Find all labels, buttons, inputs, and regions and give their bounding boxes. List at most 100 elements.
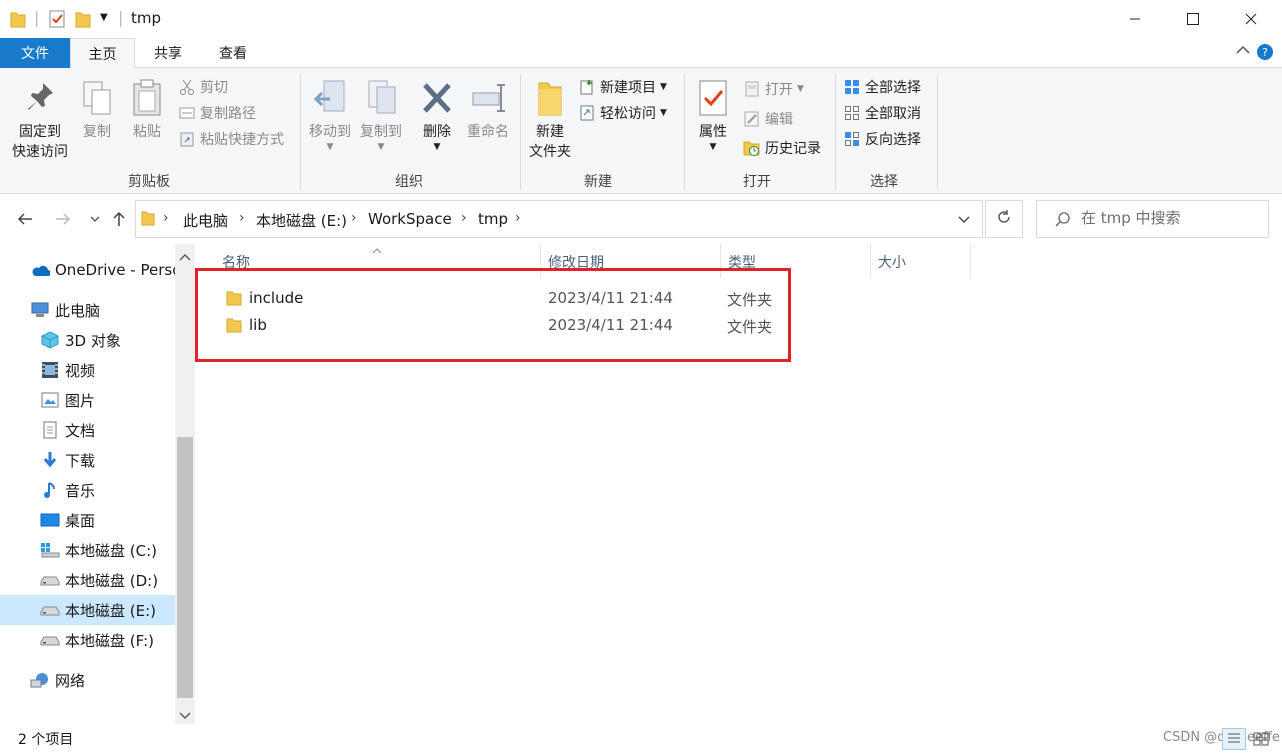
nav-item-pictures[interactable]: 图片: [0, 385, 175, 415]
nav-item-downloads[interactable]: 下载: [0, 445, 175, 475]
column-divider[interactable]: [970, 244, 971, 278]
pictures-icon: [40, 390, 60, 410]
nav-item-label: OneDrive - Perso: [55, 261, 175, 279]
nav-item-label: 图片: [65, 391, 96, 410]
history-icon: [743, 139, 761, 157]
breadcrumb-tmp[interactable]: tmp: [478, 210, 508, 228]
nav-item-3d-objects[interactable]: 3D 对象: [0, 325, 175, 355]
rename-button[interactable]: 重命名: [462, 78, 514, 142]
new-folder-button[interactable]: 新建 文件夹: [524, 78, 576, 162]
breadcrumb-chevron-icon[interactable]: ›: [515, 210, 521, 226]
nav-pane-scroll-thumb[interactable]: [177, 437, 193, 698]
details-view-button[interactable]: [1222, 728, 1246, 750]
properties-quick-icon[interactable]: [49, 10, 65, 32]
select-group-label: 选择: [870, 174, 898, 190]
tab-view[interactable]: 查看: [202, 38, 264, 68]
select-none-button[interactable]: 全部取消: [843, 101, 921, 125]
delete-dropdown-icon: ▼: [433, 142, 441, 152]
nav-item-drive-c[interactable]: 本地磁盘 (C:): [0, 535, 175, 565]
pin-icon: [23, 78, 57, 118]
history-button[interactable]: 历史记录: [743, 136, 821, 160]
new-folder-label-1: 新建: [536, 124, 564, 140]
easy-access-button[interactable]: 轻松访问 ▼: [578, 101, 667, 125]
tab-file[interactable]: 文件: [0, 38, 70, 68]
invert-selection-icon: [843, 130, 861, 148]
minimize-button[interactable]: [1106, 0, 1164, 38]
column-divider[interactable]: [870, 244, 871, 278]
customize-toolbar-icon[interactable]: ▼: [100, 12, 108, 23]
nav-item-drive-f[interactable]: 本地磁盘 (F:): [0, 625, 175, 655]
help-icon[interactable]: ?: [1256, 43, 1274, 65]
this-pc-icon: [30, 300, 50, 320]
nav-item-documents[interactable]: 文档: [0, 415, 175, 445]
copy-to-button[interactable]: 复制到 ▼: [356, 78, 406, 152]
delete-button[interactable]: 删除 ▼: [416, 78, 458, 152]
breadcrumb-chevron-icon[interactable]: ›: [239, 210, 245, 226]
ribbon: 固定到 快速访问 复制 粘贴 剪切 复制路径 粘贴快捷方式 剪贴板 移动到 ▼ …: [0, 68, 1282, 194]
download-icon: [40, 450, 60, 470]
windows-drive-icon: [40, 540, 60, 560]
nav-item-onedrive[interactable]: OneDrive - Perso: [0, 255, 175, 285]
tab-home[interactable]: 主页: [70, 38, 135, 69]
breadcrumb-this-pc[interactable]: 此电脑: [183, 210, 228, 231]
select-none-label: 全部取消: [865, 106, 921, 122]
breadcrumb-workspace[interactable]: WorkSpace: [368, 210, 452, 228]
address-folder-icon: [141, 210, 155, 230]
nav-item-network[interactable]: 网络: [0, 665, 175, 695]
easy-access-label: 轻松访问: [600, 106, 656, 122]
scroll-up-icon[interactable]: [179, 249, 191, 265]
up-arrow-icon[interactable]: [106, 206, 132, 232]
copy-path-button[interactable]: 复制路径: [178, 101, 256, 125]
breadcrumb-chevron-icon[interactable]: ›: [461, 210, 467, 226]
large-icons-view-button[interactable]: [1250, 728, 1274, 750]
breadcrumb-drive-e[interactable]: 本地磁盘 (E:): [256, 210, 347, 231]
copy-button[interactable]: 复制: [76, 78, 118, 142]
new-folder-quick-icon[interactable]: [75, 10, 91, 32]
new-item-button[interactable]: 新建项目 ▼: [578, 75, 667, 99]
group-divider: [520, 74, 521, 190]
tab-share[interactable]: 共享: [138, 38, 198, 68]
select-all-icon: [843, 78, 861, 96]
properties-icon: [696, 78, 730, 118]
nav-item-drive-d[interactable]: 本地磁盘 (D:): [0, 565, 175, 595]
open-button[interactable]: 打开 ▼: [743, 77, 804, 101]
rename-label: 重命名: [467, 124, 509, 140]
cut-button[interactable]: 剪切: [178, 75, 228, 99]
scroll-down-icon[interactable]: [179, 708, 191, 724]
edit-button[interactable]: 编辑: [743, 107, 793, 131]
select-all-button[interactable]: 全部选择: [843, 75, 921, 99]
nav-item-drive-e[interactable]: 本地磁盘 (E:): [0, 595, 175, 625]
breadcrumb-chevron-icon[interactable]: ›: [163, 210, 169, 226]
move-to-button[interactable]: 移动到 ▼: [305, 78, 355, 152]
rename-icon: [471, 78, 505, 118]
forward-arrow-icon[interactable]: [50, 206, 76, 232]
column-header-size[interactable]: 大小: [878, 252, 906, 272]
back-arrow-icon[interactable]: [12, 206, 38, 232]
breadcrumb-chevron-icon[interactable]: ›: [351, 210, 357, 226]
properties-button[interactable]: 属性 ▼: [692, 78, 734, 152]
open-label: 打开: [765, 82, 793, 98]
pin-to-quick-access-button[interactable]: 固定到 快速访问: [8, 78, 72, 162]
invert-selection-button[interactable]: 反向选择: [843, 127, 921, 151]
paste-button[interactable]: 粘贴: [126, 78, 168, 142]
sort-ascending-icon: [372, 242, 382, 258]
move-to-dropdown-icon: ▼: [326, 142, 334, 152]
nav-item-music[interactable]: 音乐: [0, 475, 175, 505]
close-button[interactable]: [1222, 0, 1280, 38]
nav-item-this-pc[interactable]: 此电脑: [0, 295, 175, 325]
address-dropdown-chevron-icon[interactable]: [958, 212, 970, 228]
open-group-label: 打开: [743, 174, 771, 190]
collapse-ribbon-icon[interactable]: [1236, 44, 1250, 59]
folder-icon: [10, 10, 26, 32]
maximize-button[interactable]: [1164, 0, 1222, 38]
search-box[interactable]: [1036, 200, 1269, 238]
new-folder-icon: [533, 78, 567, 118]
paste-shortcut-button[interactable]: 粘贴快捷方式: [178, 127, 284, 151]
search-input[interactable]: [1081, 209, 1261, 227]
move-to-label: 移动到: [309, 124, 351, 140]
nav-item-videos[interactable]: 视频: [0, 355, 175, 385]
nav-item-desktop[interactable]: 桌面: [0, 505, 175, 535]
properties-dropdown-icon: ▼: [709, 142, 717, 152]
recent-locations-chevron-icon[interactable]: [82, 206, 108, 232]
refresh-button[interactable]: [985, 200, 1023, 238]
